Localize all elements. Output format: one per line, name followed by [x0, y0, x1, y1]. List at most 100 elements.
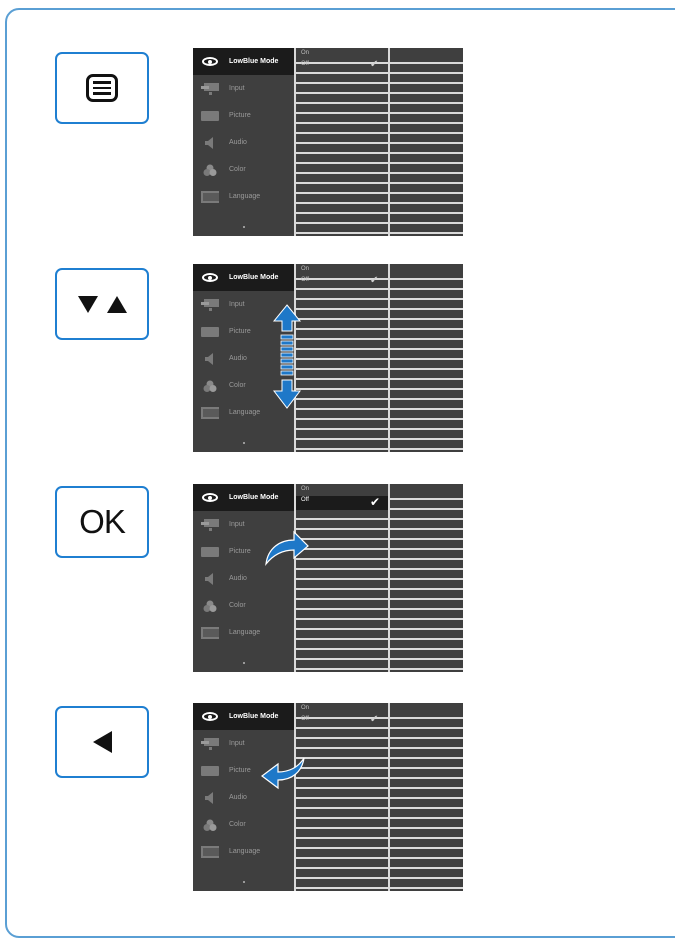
osd-menu-item[interactable]: Audio: [193, 129, 294, 156]
osd-option-label[interactable]: On: [301, 486, 309, 492]
osd-grid-line: [296, 767, 463, 769]
osd-grid-line: [296, 807, 463, 809]
osd-option-label[interactable]: Off: [301, 277, 309, 283]
osd-grid-line: [296, 122, 463, 124]
osd-menu-label: Color: [229, 602, 246, 609]
osd-grid-line: [296, 192, 463, 194]
osd-grid-line: [296, 102, 463, 104]
osd-menu-item[interactable]: Color: [193, 811, 294, 838]
osd-menu-label: Color: [229, 382, 246, 389]
osd-menu-label: Picture: [229, 767, 251, 774]
osd-more-indicator: [243, 881, 245, 883]
osd-menu-item[interactable]: Language: [193, 619, 294, 646]
input-icon: [201, 82, 219, 95]
osd-menu-item[interactable]: LowBlue Mode: [193, 264, 294, 291]
osd-grid-line: [296, 857, 463, 859]
osd-grid-line: [296, 388, 463, 390]
color-icon: [201, 164, 219, 176]
osd-grid-line: [296, 538, 463, 540]
osd-menu-label: Input: [229, 85, 245, 92]
osd-grid-line: [296, 837, 463, 839]
osd-grid-line: [296, 162, 463, 164]
ok-button[interactable]: OK: [55, 486, 149, 558]
picture-icon: [201, 326, 219, 338]
osd-menu-label: Picture: [229, 112, 251, 119]
osd-menu-label: Color: [229, 821, 246, 828]
osd-grid-line: [296, 112, 463, 114]
osd-menu-item[interactable]: Language: [193, 838, 294, 865]
osd-grid-line: [296, 318, 463, 320]
osd-menu-label: Language: [229, 848, 261, 855]
osd-grid-line: [296, 132, 463, 134]
input-icon: [201, 298, 219, 311]
check-icon: ✔: [370, 714, 379, 725]
osd-menu-item[interactable]: LowBlue Mode: [193, 48, 294, 75]
osd-option-label[interactable]: Off: [301, 497, 309, 503]
check-icon: ✔: [370, 275, 379, 286]
osd-grid-line: [296, 212, 463, 214]
osd-grid-line: [296, 142, 463, 144]
osd-grid-line: [296, 727, 463, 729]
osd-menu-item[interactable]: Color: [193, 592, 294, 619]
osd-grid-line: [296, 288, 463, 290]
osd-grid-line: [296, 777, 463, 779]
osd-menu-label: Input: [229, 301, 245, 308]
osd-grid-line: [296, 877, 463, 879]
osd-grid-line: [296, 378, 463, 380]
osd-grid-line: [296, 598, 463, 600]
osd-grid-line: [296, 232, 463, 234]
picture-icon: [201, 765, 219, 777]
osd-grid-line: [296, 628, 463, 630]
osd-grid-line: [296, 737, 463, 739]
picture-icon: [201, 110, 219, 122]
input-icon: [201, 737, 219, 750]
osd-grid-line: [296, 172, 463, 174]
osd-more-indicator: [243, 662, 245, 664]
return-arrow-icon: [261, 757, 305, 790]
color-icon: [201, 819, 219, 831]
color-icon: [201, 600, 219, 612]
check-icon: ✔: [370, 495, 381, 509]
osd-more-indicator: [243, 226, 245, 228]
osd-option-label[interactable]: Off: [301, 716, 309, 722]
eye-icon: [201, 711, 219, 723]
osd-option-label[interactable]: Off: [301, 61, 309, 67]
back-button[interactable]: [55, 706, 149, 778]
osd-option-label[interactable]: On: [301, 50, 309, 56]
osd-grid-line: [296, 658, 463, 660]
osd-panel-2: LowBlue Mode Input Picture Audio Color Langua…: [193, 264, 463, 452]
osd-grid-line: [296, 717, 463, 719]
osd-option-label[interactable]: On: [301, 705, 309, 711]
osd-menu-label: LowBlue Mode: [229, 58, 279, 65]
osd-menu-item[interactable]: Language: [193, 183, 294, 210]
osd-grid-line: [296, 328, 463, 330]
osd-menu-item[interactable]: LowBlue Mode: [193, 484, 294, 511]
osd-grid-line: [296, 222, 463, 224]
osd-grid-line: [296, 787, 463, 789]
osd-grid-line: [296, 418, 463, 420]
osd-grid-line: [296, 668, 463, 670]
osd-grid-line: [296, 82, 463, 84]
osd-grid-line: [296, 72, 463, 74]
osd-menu-item[interactable]: Color: [193, 156, 294, 183]
osd-menu-item[interactable]: LowBlue Mode: [193, 703, 294, 730]
osd-grid-line: [296, 817, 463, 819]
osd-menu-item[interactable]: Picture: [193, 102, 294, 129]
osd-grid-line: [296, 348, 463, 350]
menu-button[interactable]: [55, 52, 149, 124]
osd-grid-line: [296, 747, 463, 749]
osd-grid-line: [296, 548, 463, 550]
osd-menu-item[interactable]: Input: [193, 75, 294, 102]
language-icon: [201, 845, 219, 858]
osd-grid-line: [296, 338, 463, 340]
osd-option-label[interactable]: On: [301, 266, 309, 272]
down-up-button[interactable]: [55, 268, 149, 340]
osd-menu-label: Picture: [229, 328, 251, 335]
osd-grid-line: [296, 408, 463, 410]
picture-icon: [201, 546, 219, 558]
osd-grid-line: [296, 368, 463, 370]
eye-icon: [201, 56, 219, 68]
eye-icon: [201, 492, 219, 504]
osd-menu-item[interactable]: Audio: [193, 565, 294, 592]
menu-icon: [86, 74, 118, 102]
